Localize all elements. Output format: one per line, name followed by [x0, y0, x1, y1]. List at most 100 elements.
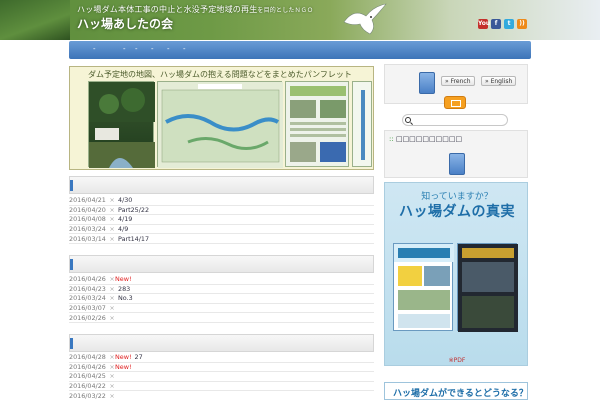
header-tagline: ハッ場ダム本体工事の中止と水没予定地域の再生を目的としたＮＧＯ: [77, 4, 313, 15]
forest-photo-icon: [89, 82, 155, 168]
social-links: You f t )): [478, 19, 527, 29]
row-bullet: ×: [109, 284, 115, 293]
facebook-icon[interactable]: f: [491, 19, 501, 29]
row-date: 2016/04/23: [69, 284, 106, 293]
table-row[interactable]: 2016/03/24 × 4/9: [69, 225, 374, 235]
row-title[interactable]: 283: [118, 285, 130, 293]
row-date: 2016/04/26: [69, 275, 106, 284]
widget-icon[interactable]: [449, 153, 465, 175]
twitter-icon[interactable]: t: [504, 19, 514, 29]
banner-title: ダム予定地の地図、ハッ場ダムの抱える問題などをまとめたパンフレット: [88, 70, 352, 79]
row-title[interactable]: 4/9: [118, 225, 128, 233]
row-date: 2016/04/20: [69, 205, 106, 214]
nav-item-5[interactable]: -: [167, 45, 170, 53]
info-head-text: □□□□□□□□□□: [395, 135, 463, 143]
row-bullet: ×: [109, 372, 115, 381]
news-section-header-3: [69, 334, 374, 352]
row-date: 2016/03/14: [69, 234, 106, 243]
table-row[interactable]: 2016/04/23 × 283: [69, 285, 374, 295]
table-row[interactable]: 2016/04/22 ×: [69, 382, 374, 392]
section-accent-bar: [70, 259, 73, 270]
back-cover-icon: [361, 90, 365, 160]
nav-item-2[interactable]: -: [123, 45, 126, 53]
row-title[interactable]: 4/19: [118, 215, 132, 223]
table-row[interactable]: 2016/03/14 × Part14/17: [69, 234, 374, 244]
lang-french-button[interactable]: » French: [441, 76, 475, 86]
main-nav: - - - - - -: [69, 41, 531, 59]
table-row[interactable]: 2016/03/24 × No.3: [69, 294, 374, 304]
row-bullet: ×: [109, 382, 115, 391]
row-bullet: ×: [109, 391, 115, 400]
envelope-icon: [451, 100, 461, 107]
ad-title: ハッ場ダムの真実: [399, 204, 515, 220]
pamphlet-map-image: [157, 81, 283, 168]
news-section-header-2: [69, 255, 374, 273]
nav-item-3[interactable]: -: [135, 45, 138, 53]
row-title[interactable]: Part25/22: [118, 206, 149, 214]
table-row[interactable]: 2016/04/26 × New!: [69, 363, 374, 373]
row-bullet: ×: [109, 304, 115, 313]
table-row[interactable]: 2016/04/21 × 4/30: [69, 196, 374, 206]
crane-bird-icon: [343, 3, 387, 35]
youtube-icon[interactable]: You: [478, 19, 490, 29]
dam-link-text: ハッ場ダムができるとどうなる？: [393, 389, 528, 399]
row-title[interactable]: 27: [135, 353, 143, 361]
row-date: 2016/04/26: [69, 362, 106, 371]
dam-truth-ad[interactable]: 知っていますか？ ハッ場ダムの真実 ※PDF: [384, 182, 528, 366]
tagline-main: ハッ場ダム本体工事の中止と水没予定地域の再生: [77, 5, 258, 14]
ad-pdf-link[interactable]: ※PDF: [385, 357, 529, 364]
row-title[interactable]: Part14/17: [118, 235, 149, 243]
new-badge: New!: [115, 275, 132, 284]
sidebar-info-box: :: □□□□□□□□□□: [384, 130, 528, 178]
mail-button[interactable]: [444, 96, 466, 109]
news-section-header-1: [69, 176, 374, 194]
table-row[interactable]: 2016/02/26 ×: [69, 313, 374, 323]
news-list-2: 2016/04/26 × New! 2016/04/23 × 283 2016/03/2…: [69, 275, 374, 323]
lang-english-button[interactable]: » English: [481, 76, 517, 86]
pamphlet-back-cover: [352, 81, 372, 167]
language-widget-icon[interactable]: [419, 72, 435, 94]
pamphlet-cover-image: [88, 81, 155, 168]
pamphlet-banner[interactable]: ダム予定地の地図、ハッ場ダムの抱える問題などをまとめたパンフレット: [69, 66, 374, 170]
search-input[interactable]: [402, 114, 508, 126]
row-date: 2016/03/22: [69, 391, 106, 400]
row-date: 2016/03/07: [69, 304, 106, 313]
row-bullet: ×: [109, 225, 115, 234]
table-row[interactable]: 2016/04/20 × Part25/22: [69, 206, 374, 216]
site-header: ハッ場ダム本体工事の中止と水没予定地域の再生を目的としたＮＧＯ ハッ場あしたの会…: [0, 0, 600, 40]
table-row[interactable]: 2016/04/28 × New! 27: [69, 353, 374, 363]
info-page-icon: [290, 86, 346, 162]
row-date: 2016/03/24: [69, 225, 106, 234]
info-box-heading[interactable]: :: □□□□□□□□□□: [389, 135, 462, 143]
rss-icon[interactable]: )): [517, 19, 527, 29]
tagline-small: を目的としたＮＧＯ: [257, 7, 314, 14]
nav-item-6[interactable]: -: [183, 45, 186, 53]
row-date: 2016/04/25: [69, 372, 106, 381]
nav-item-4[interactable]: -: [151, 45, 154, 53]
row-bullet: ×: [109, 313, 115, 322]
site-title[interactable]: ハッ場あしたの会: [77, 15, 173, 32]
row-bullet: ×: [109, 215, 115, 224]
booklet-cover-2: [457, 243, 518, 332]
new-badge: New!: [115, 362, 132, 371]
news-list-1: 2016/04/21 × 4/30 2016/04/20 × Part25/22 201…: [69, 196, 374, 244]
row-bullet: ×: [109, 205, 115, 214]
search-icon: [405, 117, 413, 126]
row-date: 2016/04/28: [69, 353, 106, 362]
table-row[interactable]: 2016/03/07 ×: [69, 304, 374, 314]
booklet-cover-1: [393, 243, 454, 331]
row-bullet: ×: [109, 234, 115, 243]
table-row[interactable]: 2016/04/25 ×: [69, 372, 374, 382]
section-accent-bar: [70, 180, 73, 191]
row-title[interactable]: 4/30: [118, 196, 132, 204]
pamphlet-info-page: [285, 81, 349, 167]
row-title[interactable]: No.3: [118, 294, 133, 302]
row-bullet: ×: [109, 196, 115, 205]
table-row[interactable]: 2016/03/22 ×: [69, 391, 374, 400]
table-row[interactable]: 2016/04/26 × New!: [69, 275, 374, 285]
nav-item-1[interactable]: -: [93, 45, 96, 53]
dam-consequences-link[interactable]: ハッ場ダムができるとどうなる？: [384, 382, 528, 400]
row-date: 2016/04/21: [69, 196, 106, 205]
table-row[interactable]: 2016/04/08 × 4/19: [69, 215, 374, 225]
booklet-1-icon: [394, 244, 454, 328]
